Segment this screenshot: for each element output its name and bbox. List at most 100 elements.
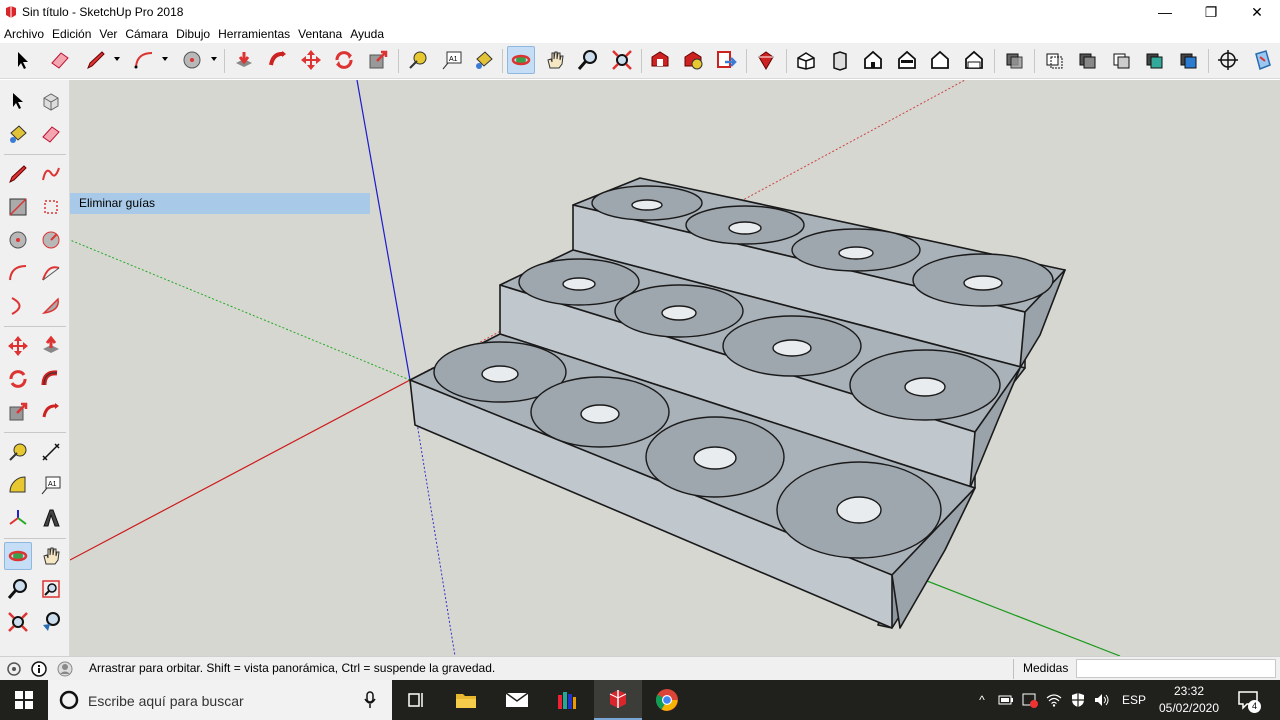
move-icon[interactable] bbox=[297, 46, 325, 74]
zoom-tool-icon[interactable] bbox=[4, 575, 32, 603]
rotate-tool-icon[interactable] bbox=[4, 365, 32, 393]
rotate-icon[interactable] bbox=[330, 46, 358, 74]
push-pull-icon[interactable] bbox=[230, 46, 258, 74]
device-alert-icon[interactable] bbox=[1022, 692, 1038, 708]
text-tool-icon[interactable]: A1 bbox=[37, 471, 65, 499]
paint-bucket-icon[interactable] bbox=[470, 46, 498, 74]
iso-view-icon[interactable] bbox=[792, 46, 820, 74]
zoom-extents-tool-icon[interactable] bbox=[4, 608, 32, 636]
close-button[interactable]: ✕ bbox=[1234, 0, 1280, 24]
menu-dibujo[interactable]: Dibujo bbox=[172, 27, 214, 41]
volume-icon[interactable] bbox=[1094, 692, 1110, 708]
start-button[interactable] bbox=[0, 680, 48, 720]
user-account-icon[interactable] bbox=[57, 661, 73, 677]
section-display-icon[interactable] bbox=[1248, 46, 1276, 74]
protractor-tool-icon[interactable] bbox=[4, 471, 32, 499]
circle-icon[interactable] bbox=[178, 46, 206, 74]
modeling-viewport[interactable] bbox=[70, 80, 1280, 656]
minimize-button[interactable]: — bbox=[1142, 0, 1188, 24]
push-pull-tool-icon[interactable] bbox=[37, 332, 65, 360]
extension-warehouse-icon[interactable] bbox=[679, 46, 707, 74]
credits-info-icon[interactable] bbox=[31, 661, 47, 677]
arc-tool-icon[interactable] bbox=[4, 259, 32, 287]
zoom-extents-icon[interactable] bbox=[608, 46, 636, 74]
menu-ver[interactable]: Ver bbox=[95, 27, 121, 41]
dimension-tool-icon[interactable] bbox=[37, 438, 65, 466]
wireframe-icon[interactable] bbox=[1073, 46, 1101, 74]
back-view-icon[interactable] bbox=[926, 46, 954, 74]
file-explorer-app[interactable] bbox=[442, 680, 490, 720]
shaded-textures-icon[interactable] bbox=[1174, 46, 1202, 74]
circle-tool-icon[interactable] bbox=[4, 226, 32, 254]
pan-tool-icon[interactable] bbox=[37, 542, 65, 570]
shaded-icon[interactable] bbox=[1140, 46, 1168, 74]
menu-camara[interactable]: Cámara bbox=[121, 27, 172, 41]
orbit-icon[interactable] bbox=[507, 46, 535, 74]
menu-ventana[interactable]: Ventana bbox=[294, 27, 346, 41]
pencil-icon[interactable] bbox=[82, 46, 110, 74]
warehouse-icon[interactable] bbox=[646, 46, 674, 74]
maximize-button[interactable]: ❐ bbox=[1188, 0, 1234, 24]
wifi-icon[interactable] bbox=[1046, 692, 1062, 708]
menu-herramientas[interactable]: Herramientas bbox=[214, 27, 294, 41]
menu-edicion[interactable]: Edición bbox=[48, 27, 95, 41]
pencil-dropdown-icon[interactable] bbox=[114, 57, 120, 61]
battery-icon[interactable] bbox=[998, 692, 1014, 708]
eraser-icon[interactable] bbox=[46, 46, 74, 74]
model-canvas[interactable] bbox=[70, 80, 1280, 656]
freehand-tool-icon[interactable] bbox=[37, 160, 65, 188]
zoom-window-tool-icon[interactable] bbox=[37, 575, 65, 603]
chrome-app[interactable] bbox=[643, 680, 691, 720]
line-tool-icon[interactable] bbox=[4, 160, 32, 188]
follow-me-tool-icon[interactable] bbox=[37, 365, 65, 393]
top-view-icon[interactable] bbox=[826, 46, 854, 74]
eraser-tool-icon[interactable] bbox=[37, 120, 65, 148]
pan-icon[interactable] bbox=[541, 46, 569, 74]
circle-dropdown-icon[interactable] bbox=[211, 57, 217, 61]
menu-ayuda[interactable]: Ayuda bbox=[346, 27, 388, 41]
follow-me-icon[interactable] bbox=[264, 46, 292, 74]
3d-text-tool-icon[interactable] bbox=[37, 504, 65, 532]
taskbar-clock[interactable]: 23:32 05/02/2020 bbox=[1156, 683, 1222, 717]
rotated-rectangle-tool-icon[interactable] bbox=[37, 193, 65, 221]
axes-tool-icon[interactable] bbox=[4, 504, 32, 532]
front-view-icon[interactable] bbox=[859, 46, 887, 74]
microphone-icon[interactable] bbox=[364, 691, 376, 709]
orbit-tool-icon[interactable] bbox=[4, 542, 32, 570]
menu-archivo[interactable]: Archivo bbox=[0, 27, 48, 41]
pie-tool-icon[interactable] bbox=[37, 292, 65, 320]
show-hidden-icons-chevron-icon[interactable]: ^ bbox=[974, 692, 990, 708]
arc-dropdown-icon[interactable] bbox=[162, 57, 168, 61]
section-plane-icon[interactable] bbox=[1214, 46, 1242, 74]
three-point-arc-tool-icon[interactable] bbox=[4, 292, 32, 320]
input-language[interactable]: ESP bbox=[1122, 693, 1146, 707]
move-tool-icon[interactable] bbox=[4, 332, 32, 360]
scale-tool-icon[interactable] bbox=[4, 398, 32, 426]
stats-app[interactable] bbox=[543, 680, 591, 720]
xray-icon[interactable] bbox=[1000, 46, 1028, 74]
rectangle-tool-icon[interactable] bbox=[4, 193, 32, 221]
make-component-icon[interactable] bbox=[37, 87, 65, 115]
right-view-icon[interactable] bbox=[893, 46, 921, 74]
task-view-button[interactable] bbox=[392, 680, 440, 720]
polygon-tool-icon[interactable] bbox=[37, 226, 65, 254]
send-to-layout-icon[interactable] bbox=[712, 46, 740, 74]
taskbar-search[interactable]: Escribe aquí para buscar bbox=[48, 680, 392, 720]
text-icon[interactable]: A1 bbox=[438, 46, 466, 74]
measures-input[interactable] bbox=[1076, 659, 1276, 678]
mail-app[interactable] bbox=[493, 680, 541, 720]
geo-location-icon[interactable] bbox=[6, 661, 22, 677]
select-icon[interactable] bbox=[8, 46, 36, 74]
hidden-line-icon[interactable] bbox=[1107, 46, 1135, 74]
two-point-arc-tool-icon[interactable] bbox=[37, 259, 65, 287]
offset-tool-icon[interactable] bbox=[37, 398, 65, 426]
tape-measure-icon[interactable] bbox=[404, 46, 432, 74]
select-tool-icon[interactable] bbox=[4, 87, 32, 115]
previous-view-tool-icon[interactable] bbox=[37, 608, 65, 636]
left-view-icon[interactable] bbox=[960, 46, 988, 74]
tape-measure-tool-icon[interactable] bbox=[4, 438, 32, 466]
scale-icon[interactable] bbox=[364, 46, 392, 74]
sketchup-taskbar-app[interactable] bbox=[594, 680, 642, 720]
paint-bucket-tool-icon[interactable] bbox=[4, 120, 32, 148]
extension-manager-icon[interactable] bbox=[752, 46, 780, 74]
